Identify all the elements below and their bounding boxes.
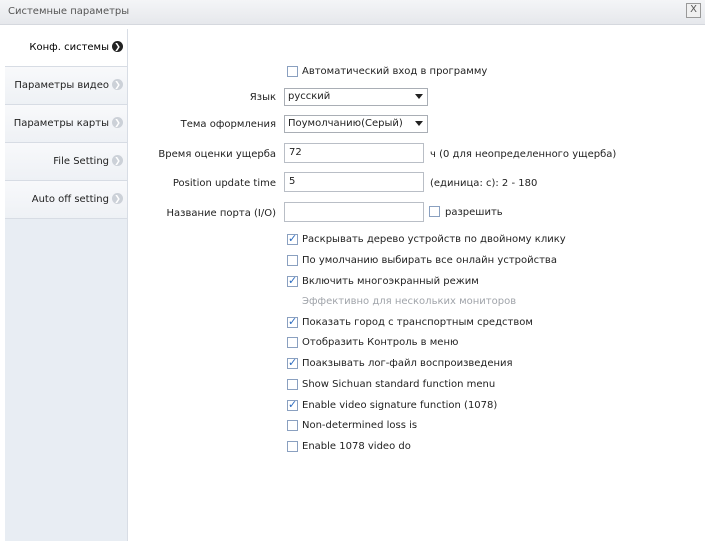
- chevron-right-icon: ❯: [112, 193, 123, 204]
- theme-select[interactable]: Поумолчанию(Серый): [284, 115, 428, 133]
- allow-checkbox[interactable]: [429, 206, 440, 217]
- language-label: Язык: [249, 92, 276, 103]
- port-name-label: Название порта (I/O): [166, 208, 276, 219]
- window-title: Системные параметры: [8, 6, 130, 17]
- damage-time-hint: ч (0 для неопределенного ущерба): [430, 149, 617, 160]
- auto-login-label: Автоматический вход в программу: [302, 66, 488, 77]
- damage-time-label: Время оценки ущерба: [158, 149, 276, 160]
- theme-value: Поумолчанию(Серый): [288, 118, 403, 129]
- sidebar: Конф. системы ❯ Параметры видео ❯ Параме…: [5, 29, 128, 541]
- position-update-hint: (единица: с): 2 - 180: [430, 178, 538, 189]
- position-update-label: Position update time: [172, 178, 276, 189]
- close-button[interactable]: X: [686, 3, 701, 18]
- option-checkbox-expand-tree[interactable]: [287, 232, 298, 245]
- option-checkbox-non-determined-loss[interactable]: [287, 420, 298, 431]
- chevron-right-icon: ❯: [112, 41, 123, 52]
- sidebar-item-system-config[interactable]: Конф. системы ❯: [5, 29, 127, 67]
- allow-label: разрешить: [445, 207, 503, 218]
- option-label: Показать город с транспортным средством: [302, 317, 533, 328]
- title-bar: Системные параметры X: [0, 0, 705, 25]
- port-name-input[interactable]: [284, 202, 424, 222]
- option-checkbox-video-signature[interactable]: [287, 398, 298, 411]
- sidebar-item-label: Параметры карты: [13, 118, 109, 129]
- chevron-right-icon: ❯: [112, 155, 123, 166]
- chevron-down-icon: [415, 121, 423, 126]
- option-checkbox-playback-log[interactable]: [287, 356, 298, 369]
- damage-time-input[interactable]: 72: [284, 143, 424, 163]
- option-label: Поакзывать лог-файл воспроизведения: [302, 358, 513, 369]
- option-label: Отобразить Контроль в меню: [302, 337, 459, 348]
- sidebar-item-map-params[interactable]: Параметры карты ❯: [5, 105, 127, 143]
- option-label: Включить многоэкранный режим: [302, 276, 479, 287]
- sidebar-item-label: Auto off setting: [31, 194, 109, 205]
- option-label: Раскрывать дерево устройств по двойному …: [302, 234, 566, 245]
- option-label: Non-determined loss is: [302, 420, 418, 431]
- sidebar-item-label: Параметры видео: [14, 80, 109, 91]
- sidebar-item-file-setting[interactable]: File Setting ❯: [5, 143, 127, 181]
- option-label: Enable video signature function (1078): [302, 400, 498, 411]
- sidebar-item-video-params[interactable]: Параметры видео ❯: [5, 67, 127, 105]
- chevron-right-icon: ❯: [112, 117, 123, 128]
- option-checkbox-1078-video[interactable]: [287, 441, 298, 452]
- option-checkbox-sichuan-menu[interactable]: [287, 379, 298, 390]
- theme-label: Тема оформления: [180, 119, 276, 130]
- multiscreen-note: Эффективно для нескольких мониторов: [302, 296, 517, 307]
- auto-login-checkbox[interactable]: [287, 66, 298, 77]
- option-checkbox-multiscreen[interactable]: [287, 274, 298, 287]
- sidebar-item-label: File Setting: [53, 156, 109, 167]
- option-checkbox-select-online[interactable]: [287, 255, 298, 266]
- chevron-right-icon: ❯: [112, 79, 123, 90]
- option-label: По умолчанию выбирать все онлайн устройс…: [302, 255, 557, 266]
- sidebar-item-auto-off-setting[interactable]: Auto off setting ❯: [5, 181, 127, 219]
- option-checkbox-control-menu[interactable]: [287, 337, 298, 348]
- option-label: Enable 1078 video do: [302, 441, 411, 452]
- chevron-down-icon: [415, 94, 423, 99]
- position-update-input[interactable]: 5: [284, 172, 424, 192]
- option-label: Show Sichuan standard function menu: [302, 379, 496, 390]
- language-value: русский: [288, 91, 331, 102]
- option-checkbox-show-city[interactable]: [287, 315, 298, 328]
- sidebar-item-label: Конф. системы: [29, 42, 109, 53]
- language-select[interactable]: русский: [284, 88, 428, 106]
